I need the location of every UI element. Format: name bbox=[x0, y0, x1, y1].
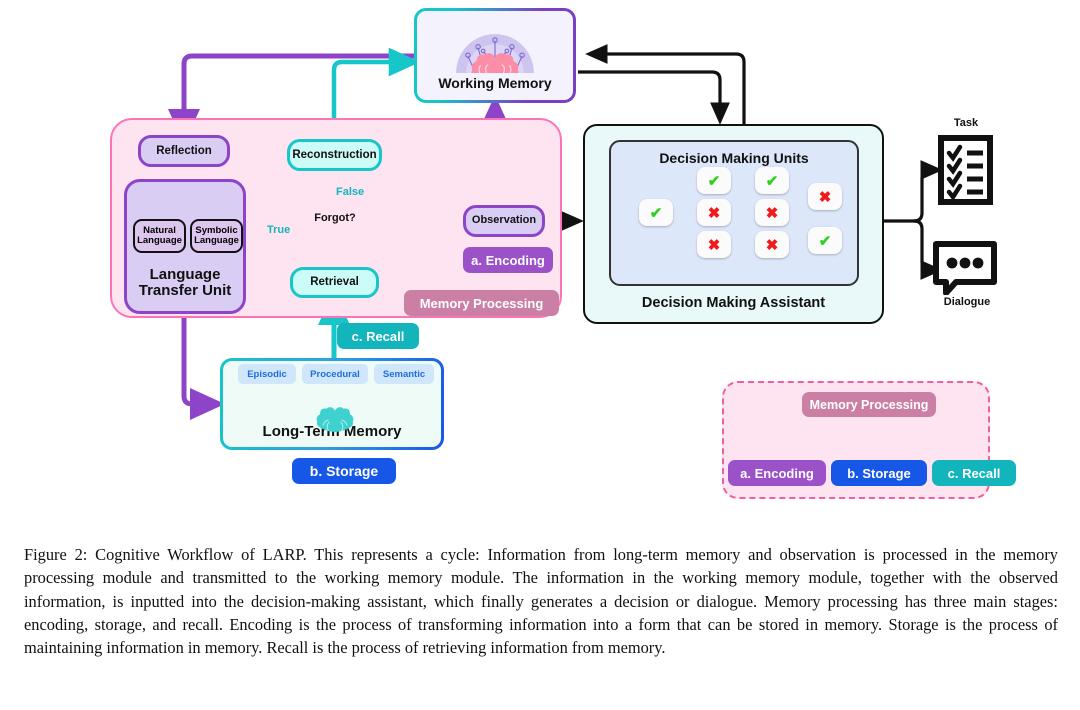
legend-encoding: a. Encoding bbox=[728, 460, 826, 486]
badge-encoding: a. Encoding bbox=[463, 247, 553, 273]
cognitive-workflow-diagram: Reflection Language Transfer Unit Natura… bbox=[0, 0, 1080, 530]
natural-language-label: Natural Language bbox=[137, 224, 182, 246]
check-icon: ✔ bbox=[765, 172, 779, 190]
checklist-icon bbox=[938, 135, 993, 205]
cross-icon: ✖ bbox=[707, 204, 721, 222]
figure-caption: Figure 2: Cognitive Workflow of LARP. Th… bbox=[24, 545, 1058, 658]
decision-making-units-label: Decision Making Units bbox=[659, 150, 809, 166]
decision-node-c1r2[interactable]: ✖ bbox=[697, 199, 731, 226]
ltu-label: Language Transfer Unit bbox=[138, 265, 232, 299]
decision-node-c3r1[interactable]: ✖ bbox=[808, 183, 842, 210]
decision-node-c3r2[interactable]: ✔ bbox=[808, 227, 842, 254]
legend-storage: b. Storage bbox=[831, 460, 927, 486]
decision-node-c2r3[interactable]: ✖ bbox=[755, 231, 789, 258]
decision-node-c2r2[interactable]: ✖ bbox=[755, 199, 789, 226]
cross-icon: ✖ bbox=[818, 188, 832, 206]
dialogue-label: Dialogue bbox=[943, 296, 991, 308]
decision-node-c1r3[interactable]: ✖ bbox=[697, 231, 731, 258]
observation-node[interactable]: Observation bbox=[463, 205, 545, 237]
cross-icon: ✖ bbox=[765, 236, 779, 254]
cross-icon: ✖ bbox=[765, 204, 779, 222]
working-memory-label: Working Memory bbox=[438, 74, 552, 91]
ltm-tag-procedural[interactable]: Procedural bbox=[302, 364, 368, 384]
symbolic-language-chip[interactable]: Symbolic Language bbox=[190, 219, 243, 253]
brain-icon bbox=[316, 407, 354, 433]
check-icon: ✔ bbox=[707, 172, 721, 190]
reflection-node[interactable]: Reflection bbox=[138, 135, 230, 167]
ltm-tag-episodic[interactable]: Episodic bbox=[238, 364, 296, 384]
decision-node-c2r1[interactable]: ✔ bbox=[755, 167, 789, 194]
badge-recall: c. Recall bbox=[337, 323, 419, 349]
check-icon: ✔ bbox=[818, 232, 832, 250]
retrieval-node[interactable]: Retrieval bbox=[290, 267, 379, 298]
forgot-decision-node[interactable]: Forgot? bbox=[300, 197, 370, 241]
cross-icon: ✖ bbox=[707, 236, 721, 254]
edge-label-true: True bbox=[267, 224, 291, 236]
reconstruction-node[interactable]: Reconstruction bbox=[287, 139, 382, 171]
check-icon: ✔ bbox=[649, 204, 663, 222]
symbolic-language-label: Symbolic Language bbox=[194, 224, 239, 246]
legend-recall: c. Recall bbox=[932, 460, 1016, 486]
working-memory-node[interactable]: Working Memory bbox=[414, 8, 576, 103]
natural-language-chip[interactable]: Natural Language bbox=[133, 219, 186, 253]
legend-memory-processing: Memory Processing bbox=[802, 392, 936, 417]
decision-making-assistant-label: Decision Making Assistant bbox=[641, 295, 826, 312]
badge-memory-processing: Memory Processing bbox=[404, 290, 559, 316]
ltm-tag-semantic[interactable]: Semantic bbox=[374, 364, 434, 384]
badge-storage: b. Storage bbox=[292, 458, 396, 484]
decision-node-c1r1[interactable]: ✔ bbox=[697, 167, 731, 194]
task-label: Task bbox=[953, 117, 979, 129]
speech-bubble-icon bbox=[933, 241, 997, 295]
brain-icon bbox=[456, 33, 534, 73]
decision-node-root[interactable]: ✔ bbox=[639, 199, 673, 226]
